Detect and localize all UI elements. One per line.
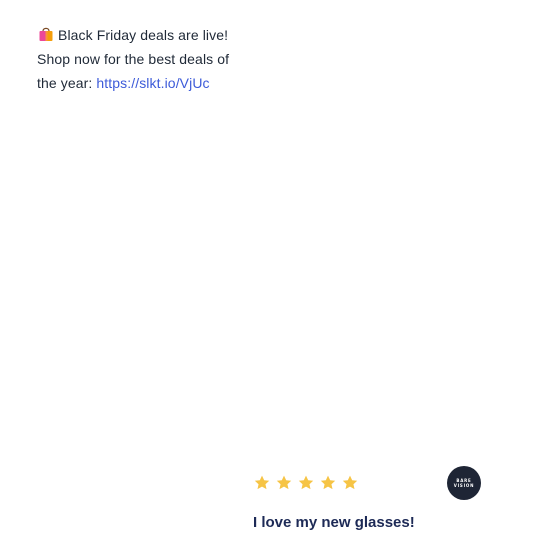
brand-avatar: BARE VISION bbox=[447, 466, 481, 500]
star-icon bbox=[320, 475, 336, 490]
page: Black Friday deals are live! Shop now fo… bbox=[0, 0, 535, 559]
promo-line-2: Shop now for the best deals of bbox=[37, 51, 230, 67]
promo-year-label: the year: bbox=[37, 75, 93, 91]
star-icon bbox=[276, 475, 292, 490]
promo-line-1: Black Friday deals are live! bbox=[37, 23, 262, 47]
promo-headline: Black Friday deals are live! bbox=[58, 27, 229, 43]
promo-line-3: the year: https://slkt.io/VjUc bbox=[37, 71, 262, 95]
promo-link[interactable]: https://slkt.io/VjUc bbox=[96, 75, 209, 91]
shopping-bag-icon bbox=[37, 25, 55, 43]
star-rating bbox=[253, 474, 359, 492]
review-title: I love my new glasses! bbox=[253, 514, 415, 531]
star-icon bbox=[298, 475, 314, 490]
star-icon bbox=[254, 475, 270, 490]
review-card: BARE VISION I love my new glasses! bbox=[238, 458, 508, 548]
star-icon bbox=[342, 475, 358, 490]
promo-message: Black Friday deals are live! Shop now fo… bbox=[37, 23, 262, 95]
brand-logo-line-2: VISION bbox=[453, 483, 475, 488]
